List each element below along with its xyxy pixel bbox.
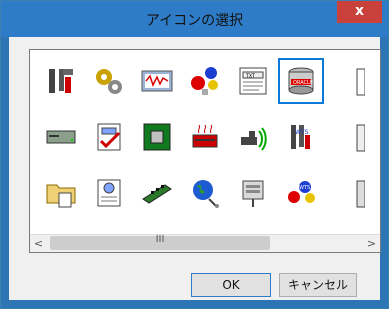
partial-icon[interactable] <box>326 58 372 104</box>
partial-icon[interactable] <box>326 114 372 160</box>
oracle-database-icon[interactable]: ORACLE <box>278 58 324 104</box>
heater-icon[interactable] <box>182 114 228 160</box>
svg-text:WTS: WTS <box>295 129 309 136</box>
scroll-right-button[interactable]: > <box>363 235 380 252</box>
partial-icon[interactable] <box>326 170 372 216</box>
globe-network-icon[interactable] <box>182 170 228 216</box>
gears-icon[interactable] <box>86 58 132 104</box>
scroll-left-button[interactable]: < <box>30 235 47 252</box>
drive-icon[interactable] <box>38 114 84 160</box>
ok-button[interactable]: OK <box>191 273 271 297</box>
dialog-title: アイコンの選択 <box>145 13 244 29</box>
network-device-icon[interactable] <box>230 170 276 216</box>
cancel-button[interactable]: キャンセル <box>279 273 357 297</box>
title-bar: アイコンの選択 x <box>1 1 388 37</box>
info-document-icon[interactable] <box>86 170 132 216</box>
ram-module-icon[interactable] <box>134 170 180 216</box>
document-check-icon[interactable] <box>86 114 132 160</box>
horizontal-scrollbar[interactable]: < III > <box>30 234 380 252</box>
dialog-body: TXT ORACLE WTS WTS < III > OK キャンセル <box>9 37 381 300</box>
molecule-icon[interactable] <box>182 58 228 104</box>
tools-icon[interactable] <box>38 58 84 104</box>
text-document-icon[interactable]: TXT <box>230 58 276 104</box>
svg-text:TXT: TXT <box>246 74 255 80</box>
folder-document-icon[interactable] <box>38 170 84 216</box>
monitor-wave-icon[interactable] <box>134 58 180 104</box>
icon-selection-dialog: アイコンの選択 x TXT ORACLE WTS WTS < III > OK … <box>0 0 389 309</box>
wts-tools-icon[interactable]: WTS <box>278 114 324 160</box>
svg-text:ORACLE: ORACLE <box>293 80 313 86</box>
scroll-thumb[interactable]: III <box>50 234 270 250</box>
close-button[interactable]: x <box>337 1 382 23</box>
icon-list[interactable]: TXT ORACLE WTS WTS < III > <box>29 49 381 253</box>
wts-molecule-icon[interactable]: WTS <box>278 170 324 216</box>
chip-board-icon[interactable] <box>134 114 180 160</box>
submarine-signal-icon[interactable] <box>230 114 276 160</box>
scroll-grip: III <box>155 234 165 245</box>
svg-text:WTS: WTS <box>299 185 310 191</box>
